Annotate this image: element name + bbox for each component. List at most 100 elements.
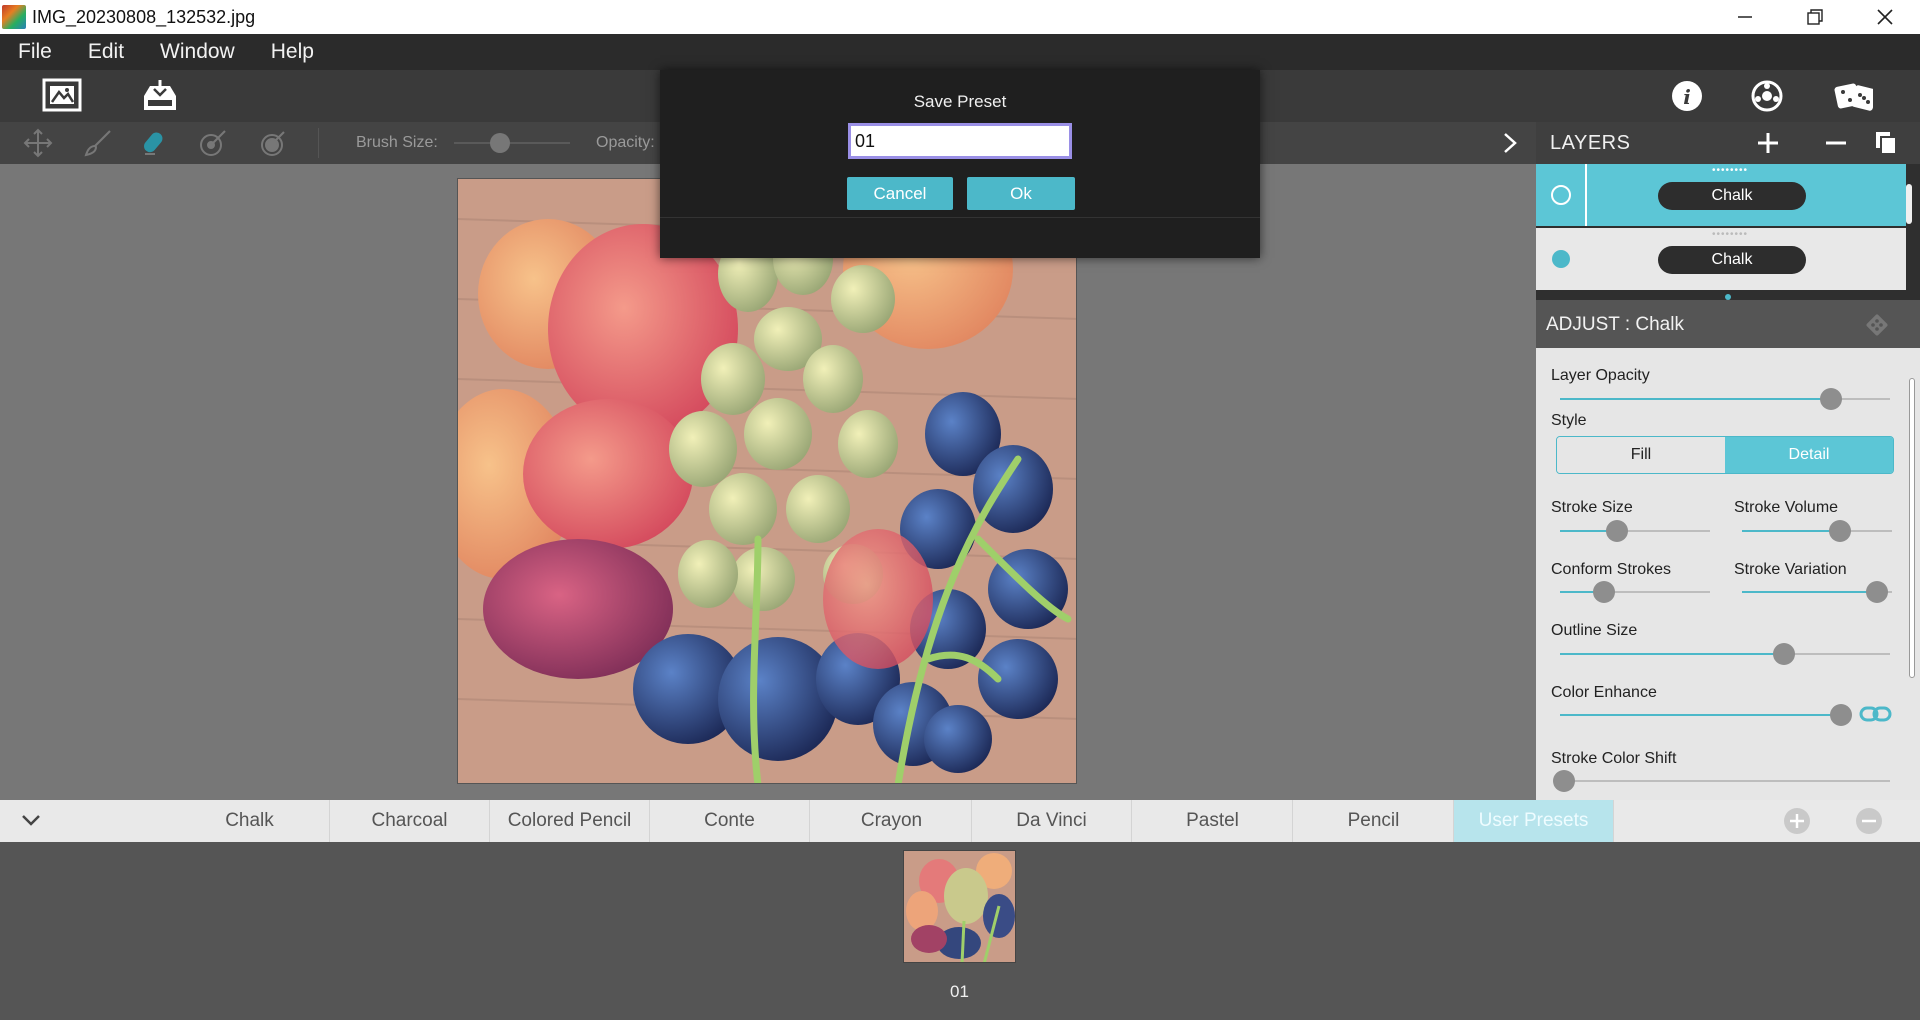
preset-thumbnail[interactable]: [903, 850, 1016, 963]
slider-thumb[interactable]: [1819, 388, 1842, 410]
slider-fill: [1560, 653, 1785, 655]
canvas-area: [0, 164, 1536, 800]
slider-fill: [1742, 530, 1840, 532]
menu-file[interactable]: File: [0, 40, 70, 64]
move-icon[interactable]: [22, 127, 54, 159]
menu-window[interactable]: Window: [142, 40, 253, 64]
tab-crayon[interactable]: Crayon: [812, 800, 972, 842]
app-icon: [2, 5, 26, 29]
adjust-panel: Layer Opacity Style Fill Detail Stroke S…: [1536, 348, 1920, 800]
expand-panel-icon[interactable]: [1500, 131, 1520, 160]
minimize-icon[interactable]: [1710, 0, 1780, 34]
adjust-header: ADJUST : Chalk: [1536, 300, 1920, 348]
add-layer-icon[interactable]: [1756, 131, 1780, 160]
stroke-volume-slider[interactable]: [1742, 520, 1892, 542]
settings-icon[interactable]: [1747, 76, 1787, 116]
drag-handle-icon[interactable]: ••••••••: [1712, 229, 1748, 240]
close-icon[interactable]: [1850, 0, 1920, 34]
tab-conte[interactable]: Conte: [650, 800, 810, 842]
drag-handle-icon[interactable]: ••••••••: [1712, 165, 1748, 176]
style-label: Style: [1551, 412, 1587, 429]
layer-opacity-slider[interactable]: [1560, 388, 1890, 410]
collapse-chevron-icon[interactable]: [20, 811, 42, 834]
tab-da-vinci[interactable]: Da Vinci: [972, 800, 1132, 842]
layer-divider: [1585, 164, 1587, 226]
outline-size-slider[interactable]: [1560, 643, 1890, 665]
layer-name: Chalk: [1658, 182, 1806, 210]
adjust-scrollbar[interactable]: [1909, 378, 1915, 678]
open-image-icon[interactable]: [42, 76, 82, 116]
menu-bar: File Edit Window Help: [0, 34, 1920, 70]
dialog-title: Save Preset: [913, 92, 1007, 111]
slider-thumb[interactable]: [1553, 770, 1575, 792]
window-title: IMG_20230808_132532.jpg: [32, 6, 256, 27]
style-detail-option[interactable]: Detail: [1725, 437, 1893, 473]
title-bar: IMG_20230808_132532.jpg: [0, 0, 1920, 34]
preset-name-input[interactable]: [848, 123, 1072, 159]
slider-thumb[interactable]: [1830, 704, 1853, 726]
style-fill-option[interactable]: Fill: [1557, 437, 1725, 473]
outline-size-label: Outline Size: [1551, 622, 1638, 639]
brush-size-thumb[interactable]: [490, 133, 511, 153]
ok-button[interactable]: Ok: [967, 177, 1075, 210]
layer-visibility-radio[interactable]: [1552, 250, 1570, 268]
remove-preset-icon[interactable]: [1855, 807, 1883, 840]
stroke-color-shift-label: Stroke Color Shift: [1551, 750, 1677, 767]
conform-strokes-slider[interactable]: [1560, 581, 1710, 603]
restore-icon[interactable]: [1780, 0, 1850, 34]
save-icon[interactable]: [140, 76, 180, 116]
conform-strokes-label: Conform Strokes: [1551, 561, 1672, 578]
opacity-label: Opacity:: [596, 134, 655, 151]
link-icon[interactable]: [1859, 704, 1893, 729]
eraser-icon[interactable]: [138, 127, 170, 159]
tab-user-presets[interactable]: User Presets: [1454, 800, 1614, 842]
layer-row[interactable]: •••••••• Chalk: [1536, 228, 1906, 290]
tab-charcoal[interactable]: Charcoal: [330, 800, 490, 842]
color-enhance-label: Color Enhance: [1551, 684, 1657, 701]
info-icon[interactable]: i: [1667, 76, 1707, 116]
svg-text:i: i: [1683, 85, 1691, 109]
layer-visibility-radio[interactable]: [1551, 185, 1571, 205]
save-preset-dialog: Save Preset Cancel Ok: [660, 70, 1260, 258]
layers-list: •••••••• Chalk •••••••• Chalk: [1536, 164, 1920, 300]
artwork-image[interactable]: [457, 178, 1077, 784]
remove-layer-icon[interactable]: [1824, 131, 1848, 160]
layer-name: Chalk: [1658, 246, 1806, 274]
layers-scrollbar[interactable]: [1906, 184, 1912, 224]
tab-colored-pencil[interactable]: Colored Pencil: [490, 800, 650, 842]
slider-thumb[interactable]: [1592, 581, 1615, 603]
layer-row[interactable]: •••••••• Chalk: [1536, 164, 1906, 226]
preset-strip: 01: [0, 842, 1920, 1020]
slider-thumb[interactable]: [1828, 520, 1851, 542]
slider-fill: [1560, 398, 1831, 400]
tab-chalk[interactable]: Chalk: [170, 800, 330, 842]
randomize-settings-icon[interactable]: [1864, 312, 1890, 343]
stroke-volume-label: Stroke Volume: [1734, 499, 1839, 516]
layers-title: LAYERS: [1550, 132, 1631, 154]
fill-brush-icon[interactable]: [257, 127, 289, 159]
stroke-size-label: Stroke Size: [1551, 499, 1633, 516]
menu-edit[interactable]: Edit: [70, 40, 142, 64]
slider-thumb[interactable]: [1606, 520, 1628, 542]
restore-brush-icon[interactable]: [197, 127, 229, 159]
tab-pastel[interactable]: Pastel: [1133, 800, 1293, 842]
cancel-button[interactable]: Cancel: [847, 177, 953, 210]
window-controls: [1710, 0, 1920, 34]
stroke-variation-slider[interactable]: [1742, 581, 1892, 603]
slider-thumb[interactable]: [1866, 581, 1888, 603]
stroke-color-shift-slider[interactable]: [1553, 770, 1890, 792]
stroke-size-slider[interactable]: [1560, 520, 1710, 542]
brush-size-slider[interactable]: [454, 133, 570, 153]
tab-pencil[interactable]: Pencil: [1294, 800, 1454, 842]
menu-help[interactable]: Help: [253, 40, 332, 64]
brush-size-label: Brush Size:: [356, 134, 438, 151]
add-preset-icon[interactable]: [1783, 807, 1811, 840]
dialog-footer-divider: [660, 217, 1260, 218]
color-enhance-slider[interactable]: [1560, 704, 1853, 726]
slider-thumb[interactable]: [1773, 643, 1796, 665]
random-dice-icon[interactable]: [1833, 76, 1873, 116]
preset-tabs-bar: Chalk Charcoal Colored Pencil Conte Cray…: [0, 800, 1920, 842]
toolbar-divider: [318, 128, 319, 158]
brush-icon[interactable]: [82, 127, 114, 159]
duplicate-layer-icon[interactable]: [1874, 130, 1898, 161]
